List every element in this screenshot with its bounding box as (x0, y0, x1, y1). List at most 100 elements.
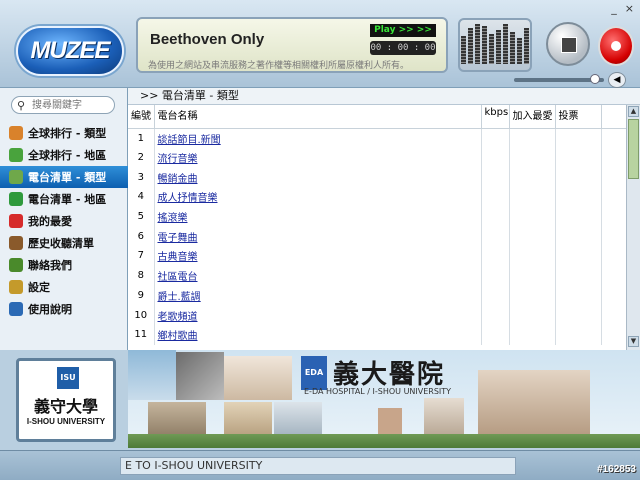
column-header-num[interactable]: 編號 (128, 105, 155, 129)
station-link[interactable]: 社區電台 (158, 272, 198, 283)
table-row[interactable]: 3 暢銷金曲 (128, 167, 626, 188)
favorite-cell[interactable] (509, 128, 556, 148)
sidebar-item-1[interactable]: 全球排行 - 地區 (0, 144, 128, 166)
app-logo-text: MUZEE (30, 37, 111, 64)
favorite-cell[interactable] (509, 187, 556, 207)
sidebar-item-3[interactable]: 電台清單 - 地區 (0, 188, 128, 210)
station-link[interactable]: 談話節目.新聞 (158, 135, 221, 146)
vote-cell[interactable] (555, 206, 602, 227)
station-link[interactable]: 古典音樂 (158, 252, 198, 263)
column-header-name[interactable]: 電台名稱 (154, 105, 482, 129)
kbps-cell (481, 206, 510, 227)
speaker-icon[interactable]: ◀ (608, 72, 626, 88)
sidebar-item-label: 我的最愛 (28, 215, 72, 228)
kbps-cell (481, 246, 510, 266)
sidebar-item-8[interactable]: 使用說明 (0, 298, 128, 320)
vote-cell[interactable] (555, 128, 602, 148)
globe-icon (9, 192, 23, 206)
volume-slider-knob[interactable] (590, 74, 600, 84)
station-number: 11 (128, 324, 155, 345)
sidebar-item-label: 設定 (28, 281, 50, 294)
record-button[interactable] (598, 26, 634, 66)
close-button[interactable]: × (625, 2, 634, 15)
player-header: _ × MUZEE Beethoven Only Play >> >> 00 :… (0, 0, 640, 88)
globe-icon (9, 126, 23, 140)
favorite-cell[interactable] (509, 324, 556, 345)
station-link[interactable]: 鄉村歌曲 (158, 331, 198, 342)
sidebar-item-4[interactable]: 我的最愛 (0, 210, 128, 232)
sidebar-item-label: 全球排行 - 類型 (28, 127, 107, 140)
vote-cell[interactable] (555, 226, 602, 247)
table-row[interactable]: 10 老歌頻道 (128, 305, 626, 325)
minimize-button[interactable]: _ (611, 2, 617, 15)
station-link[interactable]: 流行音樂 (158, 154, 198, 165)
list-scrollbar[interactable]: ▲ ▼ (626, 105, 640, 350)
sidebar-item-5[interactable]: 歷史收聽清單 (0, 232, 128, 254)
vote-cell[interactable] (555, 305, 602, 325)
kbps-cell (481, 147, 510, 168)
scroll-down-arrow-icon[interactable]: ▼ (628, 336, 639, 347)
sidebar-item-2[interactable]: 電台清單 - 類型 (0, 166, 128, 188)
table-row[interactable]: 7 古典音樂 (128, 246, 626, 266)
favorite-cell[interactable] (509, 167, 556, 188)
vote-cell[interactable] (555, 285, 602, 306)
kbps-cell (481, 305, 510, 325)
scroll-up-arrow-icon[interactable]: ▲ (628, 106, 639, 117)
sidebar-item-0[interactable]: 全球排行 - 類型 (0, 122, 128, 144)
station-number: 1 (128, 128, 155, 148)
table-row[interactable]: 4 成人抒情音樂 (128, 187, 626, 207)
contact-icon (9, 258, 23, 272)
column-header-vote[interactable]: 投票 (555, 105, 602, 129)
table-row[interactable]: 9 爵士.藍調 (128, 285, 626, 306)
banner-photo-sky (128, 350, 176, 400)
favorite-cell[interactable] (509, 226, 556, 247)
table-row[interactable]: 6 電子舞曲 (128, 226, 626, 247)
favorite-cell[interactable] (509, 265, 556, 286)
station-name-cell: 搖滾樂 (154, 206, 482, 227)
kbps-cell (481, 265, 510, 286)
favorite-cell[interactable] (509, 305, 556, 325)
table-row[interactable]: 8 社區電台 (128, 265, 626, 286)
column-header-kbps[interactable]: kbps (481, 105, 510, 129)
table-row[interactable]: 2 流行音樂 (128, 147, 626, 168)
search-input[interactable] (32, 98, 112, 112)
equalizer-icon (458, 18, 532, 72)
table-row[interactable]: 5 搖滾樂 (128, 206, 626, 227)
stop-button[interactable] (546, 22, 590, 66)
sidebar-item-label: 使用說明 (28, 303, 72, 316)
station-link[interactable]: 搖滾樂 (158, 213, 188, 224)
vote-cell[interactable] (555, 167, 602, 188)
history-icon (9, 236, 23, 250)
station-link[interactable]: 爵士.藍調 (158, 292, 201, 303)
station-name-cell: 老歌頻道 (154, 305, 482, 325)
station-link[interactable]: 老歌頻道 (158, 312, 198, 323)
sidebar-item-label: 電台清單 - 類型 (28, 171, 107, 184)
playback-time: 00 : 00 : 00 (370, 41, 436, 55)
station-link[interactable]: 電子舞曲 (158, 233, 198, 244)
station-link[interactable]: 暢銷金曲 (158, 174, 198, 185)
spacer-cell (601, 128, 626, 148)
vote-cell[interactable] (555, 246, 602, 266)
search-box[interactable]: ⚲ (11, 96, 115, 114)
school-logo[interactable]: ISU 義守大學 I-SHOU UNIVERSITY (16, 358, 116, 442)
vote-cell[interactable] (555, 187, 602, 207)
station-link[interactable]: 成人抒情音樂 (158, 193, 218, 204)
advertisement-banner[interactable]: EDA 義大醫院 E-DA HOSPITAL / I-SHOU UNIVERSI… (128, 350, 640, 448)
vote-cell[interactable] (555, 324, 602, 345)
table-row[interactable]: 11 鄉村歌曲 (128, 324, 626, 345)
table-row[interactable]: 1 談話節目.新聞 (128, 128, 626, 148)
scrollbar-thumb[interactable] (628, 119, 639, 179)
sidebar-item-6[interactable]: 聯絡我們 (0, 254, 128, 276)
sidebar-item-label: 歷史收聽清單 (28, 237, 94, 250)
spacer-cell (601, 285, 626, 306)
favorite-cell[interactable] (509, 246, 556, 266)
sidebar-item-7[interactable]: 設定 (0, 276, 128, 298)
now-playing-display: Beethoven Only Play >> >> 00 : 00 : 00 為… (136, 17, 448, 73)
favorite-cell[interactable] (509, 147, 556, 168)
vote-cell[interactable] (555, 265, 602, 286)
favorite-cell[interactable] (509, 206, 556, 227)
vote-cell[interactable] (555, 147, 602, 168)
favorite-cell[interactable] (509, 285, 556, 306)
kbps-cell (481, 167, 510, 188)
column-header-favorite[interactable]: 加入最愛 (509, 105, 556, 129)
